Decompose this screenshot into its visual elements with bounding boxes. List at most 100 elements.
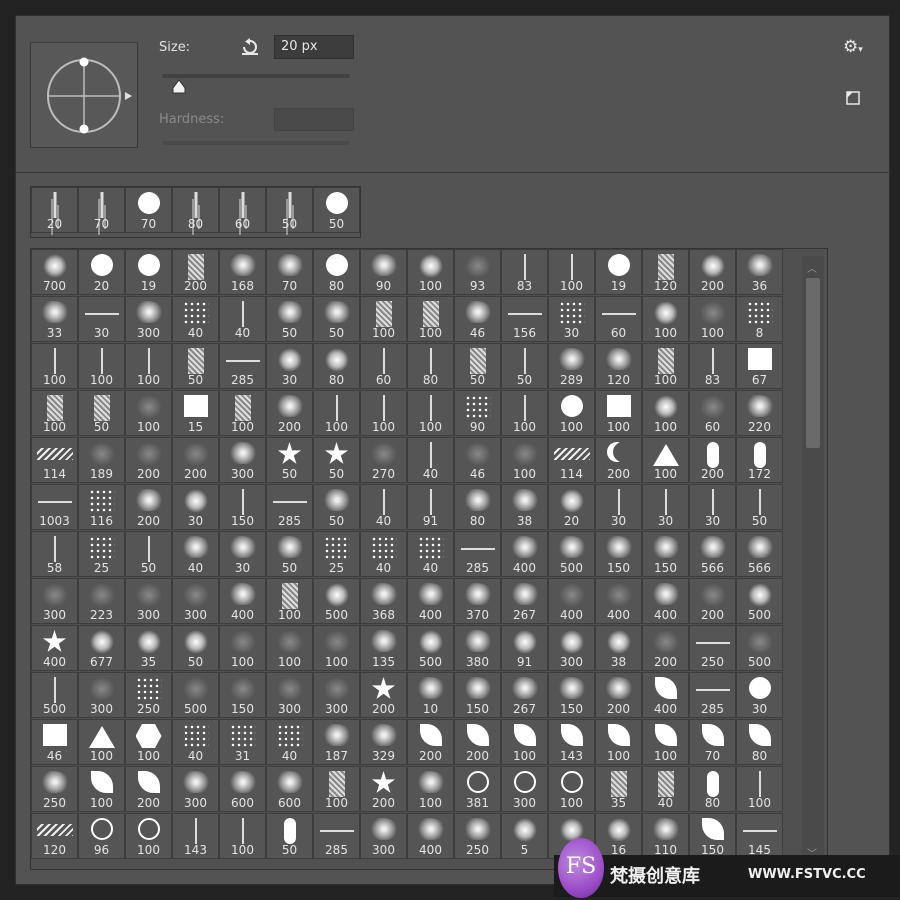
preset-brush-item[interactable]: 200 [360, 672, 407, 718]
preset-brush-item[interactable]: 100 [125, 719, 172, 765]
preset-brush-item[interactable]: 143 [172, 813, 219, 859]
preset-brush-item[interactable]: 100 [501, 437, 548, 483]
preset-brush-item[interactable]: 368 [360, 578, 407, 624]
preset-brush-item[interactable]: 200 [407, 719, 454, 765]
preset-brush-item[interactable]: 300 [172, 578, 219, 624]
preset-brush-item[interactable]: 400 [407, 813, 454, 859]
size-slider-track[interactable] [162, 74, 350, 78]
preset-brush-item[interactable]: 50 [454, 343, 501, 389]
preset-brush-item[interactable]: 67 [736, 343, 783, 389]
preset-brush-item[interactable]: 83 [501, 249, 548, 295]
preset-brush-item[interactable]: 100 [548, 249, 595, 295]
preset-brush-item[interactable]: 50 [313, 484, 360, 530]
preset-brush-item[interactable]: 380 [454, 625, 501, 671]
preset-brush-item[interactable]: 83 [689, 343, 736, 389]
preset-brush-item[interactable]: 200 [642, 625, 689, 671]
preset-brush-item[interactable]: 200 [360, 766, 407, 812]
preset-brush-item[interactable]: 100 [548, 390, 595, 436]
preset-brush-item[interactable]: 100 [407, 766, 454, 812]
preset-brush-item[interactable]: 381 [454, 766, 501, 812]
preset-brush-item[interactable]: 100 [407, 390, 454, 436]
preset-brush-item[interactable]: 25 [313, 531, 360, 577]
preset-brush-item[interactable]: 100 [595, 390, 642, 436]
preset-brush-item[interactable]: 150 [219, 484, 266, 530]
preset-brush-item[interactable]: 100 [642, 719, 689, 765]
preset-brush-item[interactable]: 200 [125, 484, 172, 530]
preset-brush-item[interactable]: 80 [407, 343, 454, 389]
preset-brush-item[interactable]: 100 [313, 390, 360, 436]
preset-brush-item[interactable]: 70 [266, 249, 313, 295]
preset-brush-item[interactable]: 566 [689, 531, 736, 577]
preset-brush-item[interactable]: 250 [31, 766, 78, 812]
preset-brush-item[interactable]: 100 [78, 719, 125, 765]
preset-brush-item[interactable]: 500 [313, 578, 360, 624]
preset-brush-item[interactable]: 100 [78, 766, 125, 812]
preset-brush-item[interactable]: 80 [689, 766, 736, 812]
preset-brush-item[interactable]: 600 [266, 766, 313, 812]
preset-brush-item[interactable]: 60 [689, 390, 736, 436]
preset-brush-item[interactable]: 50 [172, 343, 219, 389]
scroll-up-icon[interactable]: ︿ [807, 260, 817, 275]
preset-brush-item[interactable]: 300 [548, 625, 595, 671]
preset-brush-item[interactable]: 50 [125, 531, 172, 577]
preset-brush-item[interactable]: 30 [689, 484, 736, 530]
preset-brush-item[interactable]: 25 [78, 531, 125, 577]
preset-brush-item[interactable]: 100 [595, 719, 642, 765]
preset-brush-item[interactable]: 50 [313, 437, 360, 483]
preset-brush-item[interactable]: 250 [689, 625, 736, 671]
preset-brush-item[interactable]: 60 [595, 296, 642, 342]
preset-brush-item[interactable]: 20 [548, 484, 595, 530]
preset-brush-item[interactable]: 80 [454, 484, 501, 530]
preset-brush-item[interactable]: 100 [642, 296, 689, 342]
preset-brush-item[interactable]: 50 [172, 625, 219, 671]
preset-brush-item[interactable]: 120 [31, 813, 78, 859]
new-preset-icon[interactable] [845, 90, 861, 110]
preset-brush-item[interactable]: 80 [313, 343, 360, 389]
brush-tip-preview[interactable] [30, 42, 138, 148]
preset-brush-item[interactable]: 90 [454, 390, 501, 436]
preset-brush-item[interactable]: 223 [78, 578, 125, 624]
preset-brush-item[interactable]: 30 [78, 296, 125, 342]
preset-brush-item[interactable]: 100 [266, 578, 313, 624]
preset-brush-item[interactable]: 566 [736, 531, 783, 577]
preset-brush-item[interactable]: 200 [266, 390, 313, 436]
preset-brush-item[interactable]: 93 [454, 249, 501, 295]
preset-brush-item[interactable]: 40 [266, 719, 313, 765]
preset-brush-item[interactable]: 80 [736, 719, 783, 765]
preset-brush-item[interactable]: 150 [454, 672, 501, 718]
preset-brush-item[interactable]: 285 [313, 813, 360, 859]
preset-brush-item[interactable]: 200 [689, 437, 736, 483]
preset-brush-item[interactable]: 270 [360, 437, 407, 483]
preset-brush-item[interactable]: 100 [125, 390, 172, 436]
recent-brush-item[interactable]: 70 [78, 187, 125, 233]
preset-brush-item[interactable]: 100 [125, 813, 172, 859]
preset-brush-item[interactable]: 100 [642, 343, 689, 389]
preset-brush-item[interactable]: 200 [172, 249, 219, 295]
preset-brush-item[interactable]: 100 [642, 390, 689, 436]
preset-brush-item[interactable]: 36 [736, 249, 783, 295]
preset-brush-item[interactable]: 189 [78, 437, 125, 483]
preset-brush-item[interactable]: 50 [313, 296, 360, 342]
preset-brush-item[interactable]: 200 [125, 437, 172, 483]
preset-brush-item[interactable]: 300 [266, 672, 313, 718]
preset-brush-item[interactable]: 267 [501, 672, 548, 718]
preset-brush-item[interactable]: 370 [454, 578, 501, 624]
preset-brush-item[interactable]: 200 [689, 578, 736, 624]
preset-brush-item[interactable]: 220 [736, 390, 783, 436]
preset-brush-item[interactable]: 300 [360, 813, 407, 859]
preset-brush-item[interactable]: 70 [689, 719, 736, 765]
preset-brush-item[interactable]: 400 [31, 625, 78, 671]
preset-brush-item[interactable]: 120 [595, 343, 642, 389]
preset-brush-item[interactable]: 200 [595, 437, 642, 483]
preset-brush-item[interactable]: 150 [642, 531, 689, 577]
preset-brush-item[interactable]: 46 [31, 719, 78, 765]
preset-brush-item[interactable]: 500 [407, 625, 454, 671]
preset-brush-item[interactable]: 329 [360, 719, 407, 765]
preset-brush-item[interactable]: 156 [501, 296, 548, 342]
preset-brush-item[interactable]: 30 [548, 296, 595, 342]
grid-scrollbar[interactable]: ︿ ﹀ [802, 256, 824, 864]
preset-brush-item[interactable]: 285 [689, 672, 736, 718]
recent-brush-item[interactable]: 20 [31, 187, 78, 233]
preset-brush-item[interactable]: 100 [313, 766, 360, 812]
preset-brush-item[interactable]: 400 [595, 578, 642, 624]
